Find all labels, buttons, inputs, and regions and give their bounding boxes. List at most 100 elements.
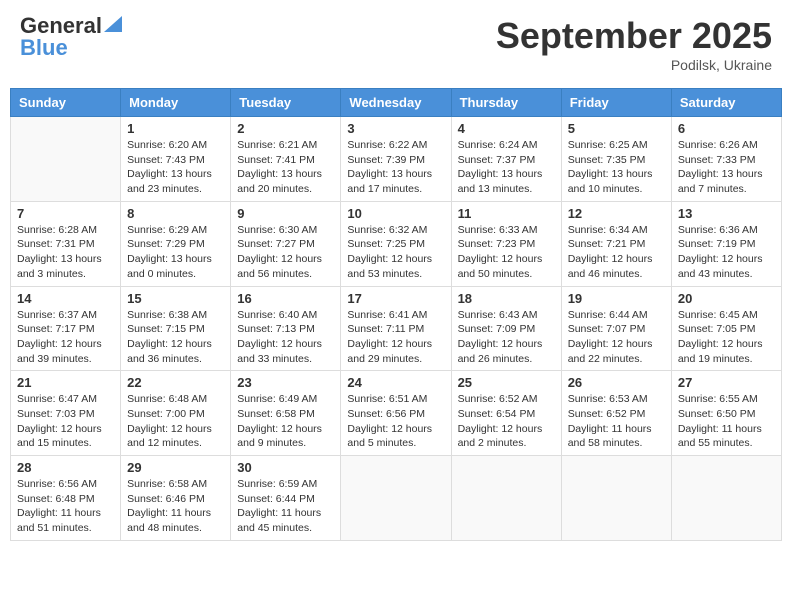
table-row: 6Sunrise: 6:26 AMSunset: 7:33 PMDaylight… bbox=[671, 117, 781, 202]
day-detail: Sunrise: 6:47 AMSunset: 7:03 PMDaylight:… bbox=[17, 392, 114, 451]
day-detail: Sunrise: 6:49 AMSunset: 6:58 PMDaylight:… bbox=[237, 392, 334, 451]
day-number: 12 bbox=[568, 206, 665, 221]
header: General Blue September 2025 Podilsk, Ukr… bbox=[10, 10, 782, 78]
day-number: 21 bbox=[17, 375, 114, 390]
table-row: 15 Sunrise: 6:38 AMSunset: 7:15 PMDayligh… bbox=[121, 286, 231, 371]
table-row: 18 Sunrise: 6:43 AMSunset: 7:09 PMDayligh… bbox=[451, 286, 561, 371]
day-detail: Sunrise: 6:38 AMSunset: 7:15 PMDaylight:… bbox=[127, 308, 224, 367]
table-row: 26 Sunrise: 6:53 AMSunset: 6:52 PMDayligh… bbox=[561, 371, 671, 456]
table-row: 4 Sunrise: 6:24 AMSunset: 7:37 PMDaylight… bbox=[451, 117, 561, 202]
day-detail: Sunrise: 6:40 AMSunset: 7:13 PMDaylight:… bbox=[237, 308, 334, 367]
day-number: 8 bbox=[127, 206, 224, 221]
day-detail: Sunrise: 6:52 AMSunset: 6:54 PMDaylight:… bbox=[458, 392, 555, 451]
day-detail: Sunrise: 6:32 AMSunset: 7:25 PMDaylight:… bbox=[347, 223, 444, 282]
day-number: 18 bbox=[458, 291, 555, 306]
day-number: 22 bbox=[127, 375, 224, 390]
table-row: 27Sunrise: 6:55 AMSunset: 6:50 PMDayligh… bbox=[671, 371, 781, 456]
day-detail: Sunrise: 6:28 AMSunset: 7:31 PMDaylight:… bbox=[17, 223, 114, 282]
day-detail: Sunrise: 6:37 AMSunset: 7:17 PMDaylight:… bbox=[17, 308, 114, 367]
day-number: 25 bbox=[458, 375, 555, 390]
col-saturday: Saturday bbox=[671, 89, 781, 117]
logo-general-text: General bbox=[20, 15, 102, 37]
table-row: 10 Sunrise: 6:32 AMSunset: 7:25 PMDayligh… bbox=[341, 201, 451, 286]
day-detail: Sunrise: 6:51 AMSunset: 6:56 PMDaylight:… bbox=[347, 392, 444, 451]
calendar-header-row: Sunday Monday Tuesday Wednesday Thursday… bbox=[11, 89, 782, 117]
logo-icon bbox=[104, 16, 122, 32]
col-tuesday: Tuesday bbox=[231, 89, 341, 117]
logo-blue-text: Blue bbox=[20, 37, 68, 59]
table-row: 25 Sunrise: 6:52 AMSunset: 6:54 PMDayligh… bbox=[451, 371, 561, 456]
table-row: 28 Sunrise: 6:56 AMSunset: 6:48 PMDayligh… bbox=[11, 456, 121, 541]
table-row bbox=[341, 456, 451, 541]
table-row: 12 Sunrise: 6:34 AMSunset: 7:21 PMDayligh… bbox=[561, 201, 671, 286]
col-friday: Friday bbox=[561, 89, 671, 117]
table-row: 9 Sunrise: 6:30 AMSunset: 7:27 PMDaylight… bbox=[231, 201, 341, 286]
table-row bbox=[451, 456, 561, 541]
col-thursday: Thursday bbox=[451, 89, 561, 117]
calendar-week-row: 1 Sunrise: 6:20 AMSunset: 7:43 PMDaylight… bbox=[11, 117, 782, 202]
table-row: 1 Sunrise: 6:20 AMSunset: 7:43 PMDaylight… bbox=[121, 117, 231, 202]
table-row: 3Sunrise: 6:22 AMSunset: 7:39 PMDaylight… bbox=[341, 117, 451, 202]
calendar-week-row: 7Sunrise: 6:28 AMSunset: 7:31 PMDaylight… bbox=[11, 201, 782, 286]
table-row: 17 Sunrise: 6:41 AMSunset: 7:11 PMDayligh… bbox=[341, 286, 451, 371]
calendar-week-row: 21 Sunrise: 6:47 AMSunset: 7:03 PMDayligh… bbox=[11, 371, 782, 456]
calendar-table: Sunday Monday Tuesday Wednesday Thursday… bbox=[10, 88, 782, 541]
day-detail: Sunrise: 6:41 AMSunset: 7:11 PMDaylight:… bbox=[347, 308, 444, 367]
logo: General Blue bbox=[20, 15, 122, 59]
day-number: 30 bbox=[237, 460, 334, 475]
table-row: 14 Sunrise: 6:37 AMSunset: 7:17 PMDayligh… bbox=[11, 286, 121, 371]
day-number: 29 bbox=[127, 460, 224, 475]
day-number: 24 bbox=[347, 375, 444, 390]
day-detail: Sunrise: 6:56 AMSunset: 6:48 PMDaylight:… bbox=[17, 477, 114, 536]
day-detail: Sunrise: 6:26 AMSunset: 7:33 PMDaylight:… bbox=[678, 138, 775, 197]
table-row: 5 Sunrise: 6:25 AMSunset: 7:35 PMDaylight… bbox=[561, 117, 671, 202]
table-row: 24 Sunrise: 6:51 AMSunset: 6:56 PMDayligh… bbox=[341, 371, 451, 456]
table-row: 20Sunrise: 6:45 AMSunset: 7:05 PMDayligh… bbox=[671, 286, 781, 371]
day-number: 15 bbox=[127, 291, 224, 306]
day-number: 17 bbox=[347, 291, 444, 306]
day-number: 4 bbox=[458, 121, 555, 136]
col-wednesday: Wednesday bbox=[341, 89, 451, 117]
day-number: 14 bbox=[17, 291, 114, 306]
day-number: 13 bbox=[678, 206, 775, 221]
day-number: 19 bbox=[568, 291, 665, 306]
day-detail: Sunrise: 6:48 AMSunset: 7:00 PMDaylight:… bbox=[127, 392, 224, 451]
day-number: 11 bbox=[458, 206, 555, 221]
table-row: 29Sunrise: 6:58 AMSunset: 6:46 PMDayligh… bbox=[121, 456, 231, 541]
day-detail: Sunrise: 6:43 AMSunset: 7:09 PMDaylight:… bbox=[458, 308, 555, 367]
table-row: 16Sunrise: 6:40 AMSunset: 7:13 PMDayligh… bbox=[231, 286, 341, 371]
day-detail: Sunrise: 6:30 AMSunset: 7:27 PMDaylight:… bbox=[237, 223, 334, 282]
day-detail: Sunrise: 6:24 AMSunset: 7:37 PMDaylight:… bbox=[458, 138, 555, 197]
day-detail: Sunrise: 6:33 AMSunset: 7:23 PMDaylight:… bbox=[458, 223, 555, 282]
day-number: 9 bbox=[237, 206, 334, 221]
table-row: 11 Sunrise: 6:33 AMSunset: 7:23 PMDayligh… bbox=[451, 201, 561, 286]
table-row bbox=[561, 456, 671, 541]
table-row: 7Sunrise: 6:28 AMSunset: 7:31 PMDaylight… bbox=[11, 201, 121, 286]
col-sunday: Sunday bbox=[11, 89, 121, 117]
table-row: 13 Sunrise: 6:36 AMSunset: 7:19 PMDayligh… bbox=[671, 201, 781, 286]
day-detail: Sunrise: 6:25 AMSunset: 7:35 PMDaylight:… bbox=[568, 138, 665, 197]
day-detail: Sunrise: 6:59 AMSunset: 6:44 PMDaylight:… bbox=[237, 477, 334, 536]
day-number: 1 bbox=[127, 121, 224, 136]
month-year-title: September 2025 bbox=[496, 15, 772, 57]
col-monday: Monday bbox=[121, 89, 231, 117]
day-detail: Sunrise: 6:53 AMSunset: 6:52 PMDaylight:… bbox=[568, 392, 665, 451]
table-row: 8 Sunrise: 6:29 AMSunset: 7:29 PMDaylight… bbox=[121, 201, 231, 286]
day-detail: Sunrise: 6:44 AMSunset: 7:07 PMDaylight:… bbox=[568, 308, 665, 367]
day-detail: Sunrise: 6:34 AMSunset: 7:21 PMDaylight:… bbox=[568, 223, 665, 282]
day-number: 26 bbox=[568, 375, 665, 390]
day-number: 28 bbox=[17, 460, 114, 475]
day-number: 20 bbox=[678, 291, 775, 306]
table-row: 21 Sunrise: 6:47 AMSunset: 7:03 PMDayligh… bbox=[11, 371, 121, 456]
day-detail: Sunrise: 6:36 AMSunset: 7:19 PMDaylight:… bbox=[678, 223, 775, 282]
day-detail: Sunrise: 6:20 AMSunset: 7:43 PMDaylight:… bbox=[127, 138, 224, 197]
day-detail: Sunrise: 6:22 AMSunset: 7:39 PMDaylight:… bbox=[347, 138, 444, 197]
day-detail: Sunrise: 6:29 AMSunset: 7:29 PMDaylight:… bbox=[127, 223, 224, 282]
table-row: 30 Sunrise: 6:59 AMSunset: 6:44 PMDayligh… bbox=[231, 456, 341, 541]
table-row: 2Sunrise: 6:21 AMSunset: 7:41 PMDaylight… bbox=[231, 117, 341, 202]
day-number: 5 bbox=[568, 121, 665, 136]
day-number: 27 bbox=[678, 375, 775, 390]
table-row: 23Sunrise: 6:49 AMSunset: 6:58 PMDayligh… bbox=[231, 371, 341, 456]
day-number: 10 bbox=[347, 206, 444, 221]
day-detail: Sunrise: 6:21 AMSunset: 7:41 PMDaylight:… bbox=[237, 138, 334, 197]
